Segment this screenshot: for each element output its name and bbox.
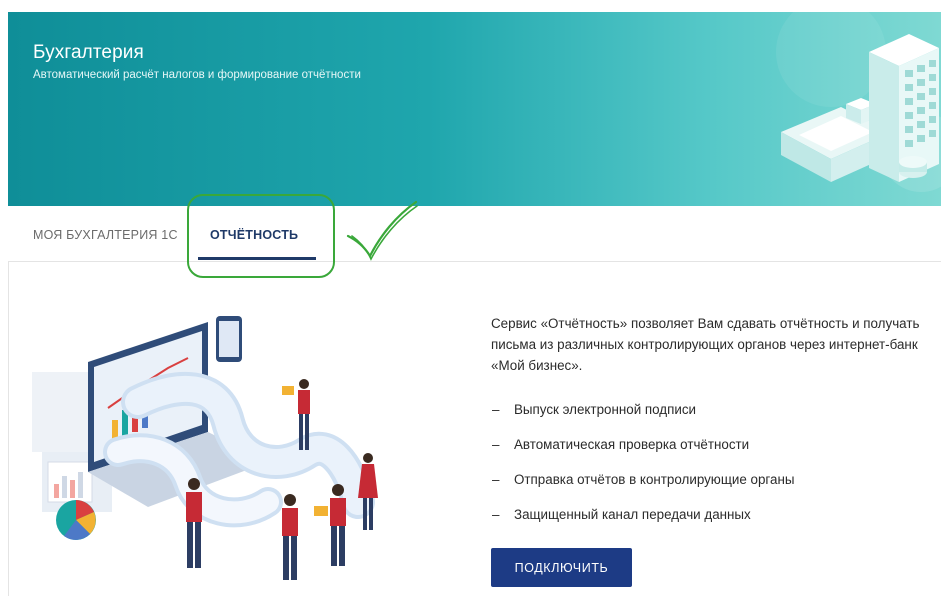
list-dash: – [492,437,500,452]
feature-label: Выпуск электронной подписи [514,402,697,417]
feature-label: Защищенный канал передачи данных [514,507,751,522]
feature-label: Автоматическая проверка отчётности [514,437,750,452]
header-banner: Бухгалтерия Автоматический расчёт налого… [8,12,941,206]
page-subtitle: Автоматический расчёт налогов и формиров… [33,69,361,81]
content-border [8,261,9,596]
checkmark-icon [346,200,418,261]
list-dash: – [492,402,500,417]
feature-label: Отправка отчётов в контролирующие органы [514,472,795,487]
feature-list: – Выпуск электронной подписи – Автоматичес… [491,400,794,540]
list-dash: – [492,472,500,487]
reporting-illustration [32,316,378,580]
calculator-icon [776,12,941,192]
connect-button[interactable]: ПОДКЛЮЧИТЬ [491,548,632,587]
list-item: – Выпуск электронной подписи [491,400,794,435]
list-item: – Автоматическая проверка отчётности [491,435,794,470]
tab-highlight-annotation [187,194,335,278]
tab-my-accounting-1c[interactable]: МОЯ БУХГАЛТЕРИЯ 1С [33,228,178,242]
tab-bar: МОЯ БУХГАЛТЕРИЯ 1С ОТЧЁТНОСТЬ [8,206,941,262]
service-description: Сервис «Отчётность» позволяет Вам сдават… [491,316,920,373]
list-item: – Отправка отчётов в контролирующие орган… [491,470,794,505]
page-title: Бухгалтерия [33,42,144,63]
list-item: – Защищенный канал передачи данных [491,505,794,540]
page: Бухгалтерия Автоматический расчёт налого… [0,0,941,596]
list-dash: – [492,507,500,522]
